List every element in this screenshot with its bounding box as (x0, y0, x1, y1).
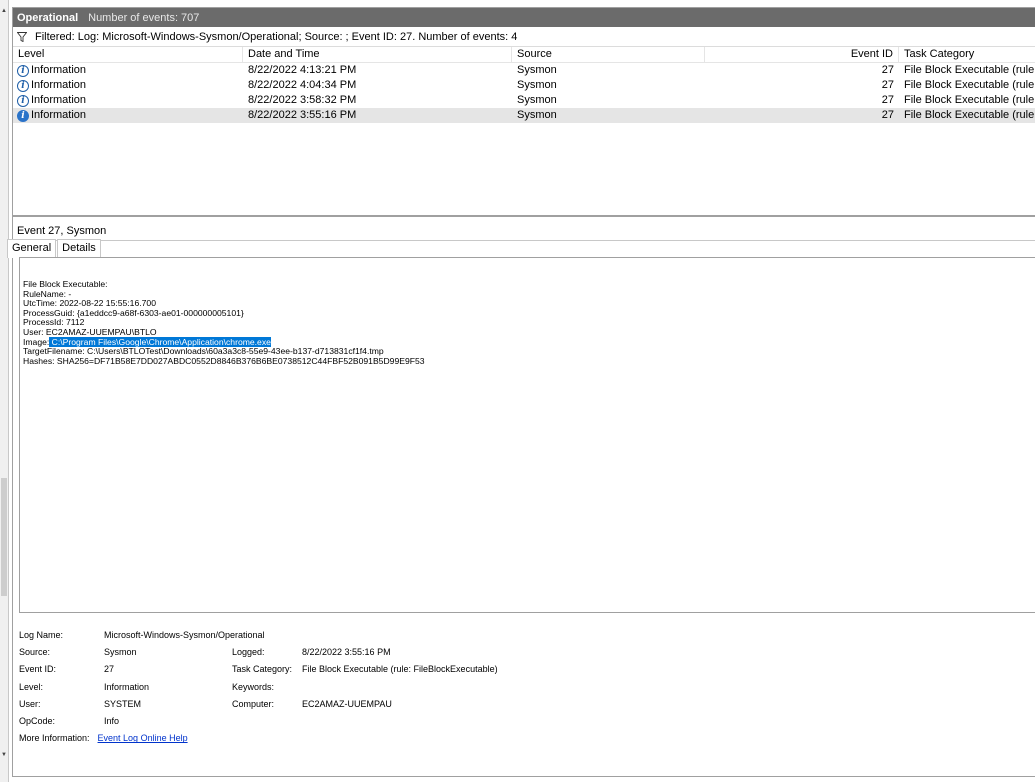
prop-label: More Information: (19, 733, 90, 744)
row-task: File Block Executable (rule: File (904, 94, 1035, 106)
row-level: Information (31, 64, 87, 76)
detail-tabs: General Details (7, 239, 102, 258)
prop-value: Sysmon (104, 646, 137, 657)
prop-row: More Information: Event Log Online Help (19, 730, 719, 747)
row-task: File Block Executable (rule: File (904, 109, 1035, 121)
prop-value: Information (104, 681, 150, 692)
prop-value: 27 (104, 664, 115, 675)
row-source: Sysmon (517, 94, 557, 106)
left-scrollbar[interactable]: ▲ ▼ (0, 0, 9, 782)
tab-general[interactable]: General (7, 239, 57, 258)
prop-row: Log Name: Microsoft-Windows-Sysmon/Opera… (19, 626, 719, 643)
filter-icon (17, 31, 27, 42)
scroll-down-icon[interactable]: ▼ (1, 752, 7, 758)
log-name: Operational (17, 11, 79, 24)
desc-line: Hashes: SHA256=DF71B58E7DD027ABDC0552D88… (23, 355, 425, 366)
column-header-task[interactable]: Task Category (899, 47, 1035, 62)
table-row[interactable]: i Information 8/22/2022 4:04:34 PM Sysmon… (13, 78, 1035, 93)
column-header-level[interactable]: Level (13, 47, 243, 62)
filter-bar: Filtered: Log: Microsoft-Windows-Sysmon/… (13, 27, 1035, 47)
prop-value: 8/22/2022 3:55:16 PM (302, 646, 391, 657)
prop-row: Event ID: 27 Task Category: File Block E… (19, 661, 719, 678)
tab-details[interactable]: Details (57, 239, 101, 257)
prop-label: Level: (19, 681, 44, 692)
desc-line: File Block Executable: (23, 279, 108, 289)
prop-value: Microsoft-Windows-Sysmon/Operational (104, 629, 265, 640)
prop-label: Computer: (232, 698, 275, 709)
filter-text: Filtered: Log: Microsoft-Windows-Sysmon/… (35, 30, 518, 43)
event-description[interactable]: File Block Executable: RuleName: - UtcTi… (19, 257, 1035, 613)
row-eventid: 27 (881, 64, 894, 76)
prop-label: Logged: (232, 646, 265, 657)
prop-value: SYSTEM (104, 698, 142, 709)
row-eventid: 27 (881, 94, 894, 106)
prop-row: User: SYSTEM Computer: EC2AMAZ-UUEMPAU (19, 695, 719, 712)
log-title-bar: Operational Number of events: 707 (13, 8, 1035, 27)
prop-label: Task Category: (232, 664, 293, 675)
row-level: Information (31, 94, 87, 106)
column-header-source[interactable]: Source (512, 47, 705, 62)
row-eventid: 27 (881, 109, 894, 121)
row-eventid: 27 (881, 79, 894, 91)
column-header-date[interactable]: Date and Time (243, 47, 512, 62)
row-task: File Block Executable (rule: File (904, 64, 1035, 76)
prop-value: File Block Executable (rule: FileBlockEx… (302, 664, 498, 675)
info-icon: i (17, 94, 29, 107)
row-date: 8/22/2022 3:58:32 PM (248, 94, 357, 106)
desc-line: ProcessGuid: {a1eddcc9-a68f-6303-ae01-00… (23, 307, 244, 318)
prop-label: User: (19, 698, 41, 709)
prop-row: Level: Information Keywords: (19, 678, 719, 695)
row-source: Sysmon (517, 109, 557, 121)
row-level: Information (31, 109, 87, 121)
row-date: 8/22/2022 4:13:21 PM (248, 64, 357, 76)
event-properties: Log Name: Microsoft-Windows-Sysmon/Opera… (19, 626, 719, 747)
table-row[interactable]: i Information 8/22/2022 3:58:32 PM Sysmon… (13, 93, 1035, 108)
scroll-up-icon[interactable]: ▲ (1, 8, 7, 14)
row-date: 8/22/2022 4:04:34 PM (248, 79, 357, 91)
row-date: 8/22/2022 3:55:16 PM (248, 109, 357, 121)
column-header-eventid[interactable]: Event ID (705, 47, 899, 62)
event-list: Level Date and Time Source Event ID Task… (13, 47, 1035, 217)
desc-line: ProcessId: 7112 (23, 317, 85, 328)
table-row-selected[interactable]: i Information 8/22/2022 3:55:16 PM Sysmon… (13, 108, 1035, 123)
list-header: Level Date and Time Source Event ID Task… (13, 47, 1035, 63)
image-path-selected[interactable]: C:\Program Files\Google\Chrome\Applicati… (49, 336, 271, 347)
row-source: Sysmon (517, 79, 557, 91)
event-count: Number of events: 707 (88, 11, 200, 24)
prop-label: Keywords: (232, 681, 275, 692)
scrollbar-thumb[interactable] (1, 478, 7, 596)
image-label: Image: (23, 336, 50, 347)
prop-label: Event ID: (19, 664, 57, 675)
info-icon: i (17, 109, 29, 122)
desc-line: RuleName: - (23, 288, 72, 299)
info-icon: i (17, 64, 29, 77)
info-icon: i (17, 79, 29, 92)
prop-row: Source: Sysmon Logged: 8/22/2022 3:55:16… (19, 643, 719, 660)
prop-row: OpCode: Info (19, 712, 719, 729)
row-task: File Block Executable (rule: File (904, 79, 1035, 91)
table-row[interactable]: i Information 8/22/2022 4:13:21 PM Sysmon… (13, 63, 1035, 78)
prop-label: Source: (19, 646, 51, 657)
prop-label: Log Name: (19, 629, 64, 640)
prop-label: OpCode: (19, 716, 56, 727)
row-source: Sysmon (517, 64, 557, 76)
row-level: Information (31, 79, 87, 91)
event-detail-title: Event 27, Sysmon (13, 221, 1035, 241)
prop-value: EC2AMAZ-UUEMPAU (302, 698, 392, 709)
prop-value: Info (104, 716, 120, 727)
event-log-online-help-link[interactable]: Event Log Online Help (98, 733, 188, 743)
